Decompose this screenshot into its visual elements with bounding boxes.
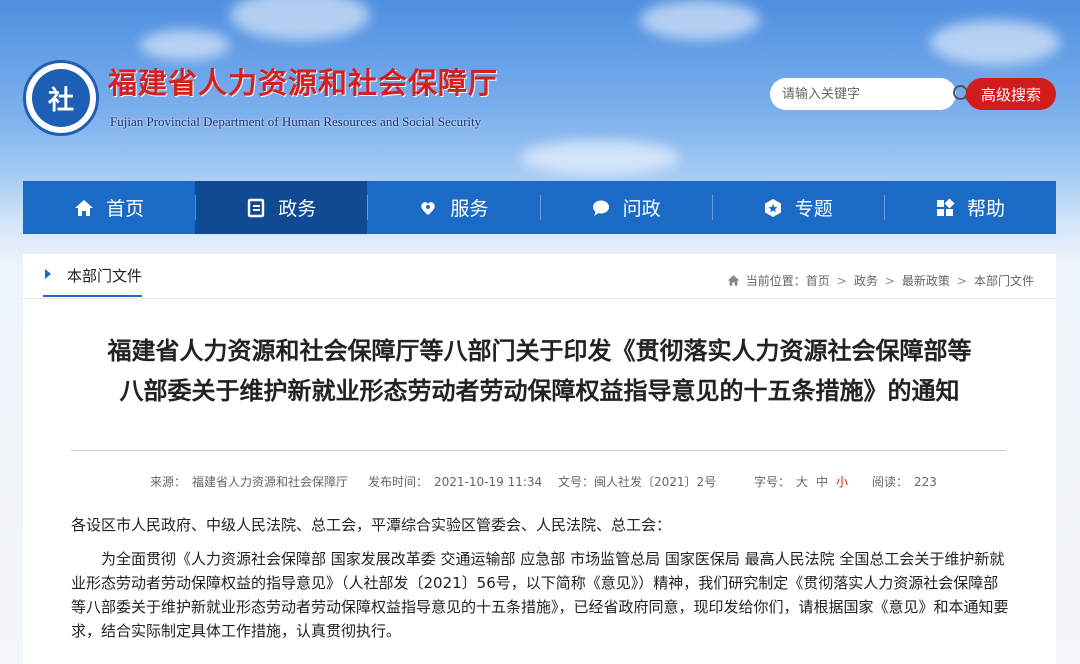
logo-badge-glyph: 社: [32, 69, 90, 127]
main-nav: 首页 政务 服务 问政 专题 帮助: [23, 181, 1056, 234]
meta-date-value: 2021-10-19 11:34: [434, 475, 543, 489]
nav-label: 服务: [450, 198, 489, 220]
meta-doc-no: 文号：闽人社发〔2021〕2号: [558, 473, 716, 490]
breadcrumb-separator: >: [956, 273, 967, 288]
caret-right-icon: [45, 269, 51, 279]
service-icon: [418, 197, 440, 219]
chat-icon: [591, 197, 613, 219]
meta-source-label: 来源：: [150, 475, 187, 489]
logo-badge[interactable]: 社: [23, 60, 99, 136]
nav-label: 问政: [622, 198, 661, 220]
nav-item-help[interactable]: 帮助: [883, 181, 1056, 234]
search-box: [770, 78, 971, 110]
breadcrumb-item-latest-policy[interactable]: 最新政策: [902, 272, 950, 289]
section-header: 本部门文件 当前位置： 首页 > 政务 > 最新政策 > 本部门文件: [23, 254, 1056, 299]
nav-label: 专题: [794, 198, 833, 220]
article-title-line-1: 福建省人力资源和社会保障厅等八部门关于印发《贯彻落实人力资源社会保障部等: [107, 337, 972, 365]
article-title-line-2: 八部委关于维护新就业形态劳动者劳动保障权益指导意见的十五条措施》的通知: [119, 377, 960, 405]
breadcrumb-separator: >: [836, 273, 847, 288]
grid-icon: [935, 197, 957, 219]
breadcrumb-prefix: 当前位置：: [745, 274, 806, 288]
font-size-medium[interactable]: 中: [816, 475, 828, 489]
divider: [71, 450, 1006, 451]
breadcrumb-item-affairs[interactable]: 政务: [854, 272, 878, 289]
article-body: 各设区市人民政府、中级人民法院、总工会，平潭综合实验区管委会、人民法院、总工会：…: [71, 513, 1011, 643]
nav-item-service[interactable]: 服务: [367, 181, 539, 234]
nav-item-topics[interactable]: 专题: [711, 181, 884, 234]
site-title-english: Fujian Provincial Department of Human Re…: [110, 114, 482, 129]
nav-label: 首页: [106, 198, 145, 220]
article-paragraph: 为全面贯彻《人力资源社会保障部 国家发展改革委 交通运输部 应急部 市场监管总局…: [71, 550, 1009, 640]
meta-date: 发布时间： 2021-10-19 11:34: [368, 473, 542, 490]
nav-label: 帮助: [966, 198, 1005, 220]
font-size-small[interactable]: 小: [836, 475, 848, 489]
meta-views-label: 阅读：: [872, 475, 909, 489]
section-tab-label: 本部门文件: [67, 267, 143, 285]
meta-doc-no-label: 文号：: [558, 475, 595, 489]
meta-views: 阅读： 223: [872, 473, 937, 490]
search-input[interactable]: [782, 86, 952, 102]
nav-item-home[interactable]: 首页: [23, 181, 195, 234]
meta-source-value: 福建省人力资源和社会保障厅: [192, 475, 349, 489]
meta-source: 来源： 福建省人力资源和社会保障厅: [150, 473, 348, 490]
topic-icon: [763, 197, 785, 219]
breadcrumb-separator: >: [884, 273, 895, 288]
meta-views-value: 223: [914, 475, 937, 489]
meta-font-size-label: 字号：: [754, 475, 791, 489]
breadcrumb: 当前位置： 首页 > 政务 > 最新政策 > 本部门文件: [727, 272, 1034, 289]
article-salutation: 各设区市人民政府、中级人民法院、总工会，平潭综合实验区管委会、人民法院、总工会：: [71, 516, 672, 534]
nav-item-inquiry[interactable]: 问政: [539, 181, 712, 234]
meta-doc-no-value: 闽人社发〔2021〕2号: [594, 475, 717, 489]
meta-font-size: 字号： 大中小: [754, 473, 848, 490]
home-icon: [74, 197, 96, 219]
font-size-large[interactable]: 大: [796, 475, 808, 489]
document-icon: [246, 197, 268, 219]
nav-item-affairs[interactable]: 政务: [195, 181, 368, 234]
breadcrumb-item-home[interactable]: 首页: [806, 272, 830, 289]
site-title[interactable]: 福建省人力资源和社会保障厅: [108, 60, 498, 102]
meta-date-label: 发布时间：: [368, 475, 429, 489]
article-title: 福建省人力资源和社会保障厅等八部门关于印发《贯彻落实人力资源社会保障部等 八部委…: [63, 331, 1016, 411]
advanced-search-button[interactable]: 高级搜索: [966, 78, 1056, 110]
breadcrumb-item-department-docs[interactable]: 本部门文件: [974, 272, 1034, 289]
home-icon: [727, 274, 740, 287]
main-content: 本部门文件 当前位置： 首页 > 政务 > 最新政策 > 本部门文件 福建省人力…: [23, 254, 1056, 664]
section-tab[interactable]: 本部门文件: [43, 265, 143, 297]
site-header: 社 福建省人力资源和社会保障厅 Fujian Provincial Depart…: [0, 0, 1080, 180]
nav-label: 政务: [278, 198, 317, 220]
